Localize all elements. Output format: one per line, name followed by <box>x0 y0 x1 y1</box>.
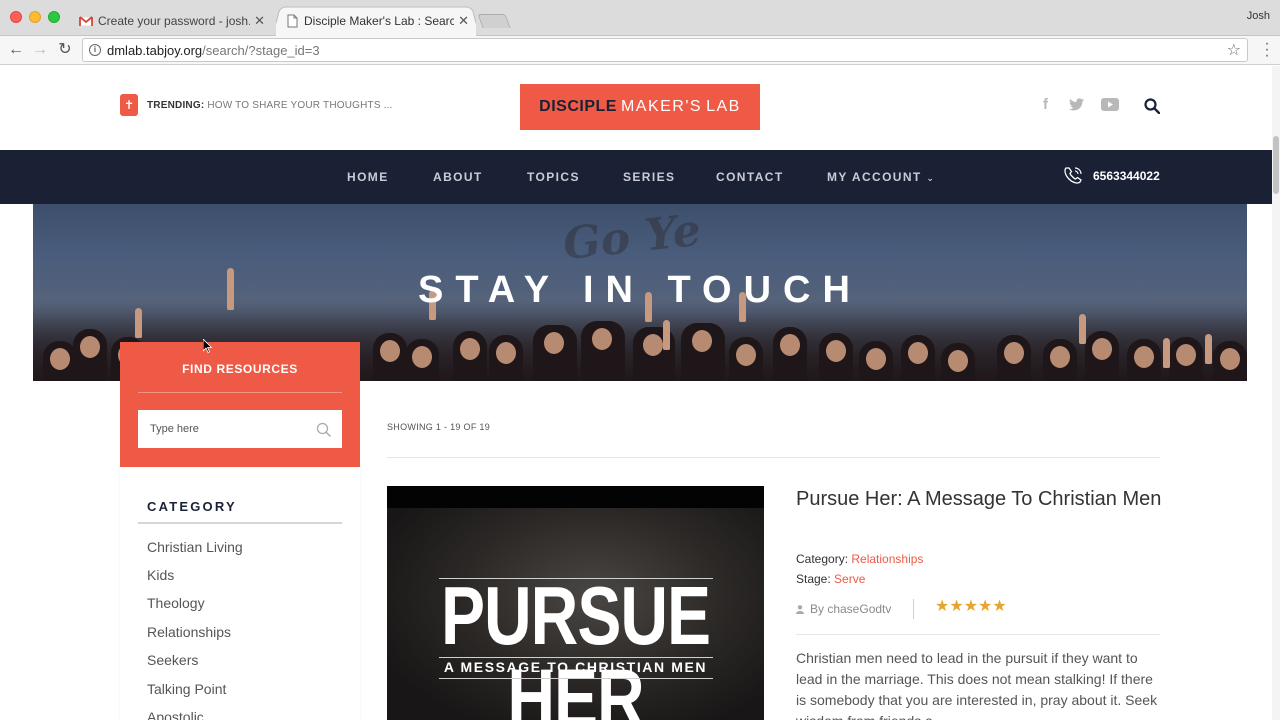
logo-word-2: MAKER'S <box>620 98 703 115</box>
mouse-cursor-icon <box>203 339 213 353</box>
category-link[interactable]: Relationships <box>147 624 231 640</box>
tab-title: Create your password - josh.li <box>98 14 250 28</box>
nav-about[interactable]: ABOUT <box>433 170 483 184</box>
results-count: SHOWING 1 - 19 OF 19 <box>387 422 491 432</box>
post-thumbnail[interactable]: PURSUE HER A MESSAGE TO CHRISTIAN MEN <box>387 486 764 720</box>
maximize-window-button[interactable] <box>48 11 60 23</box>
browser-tab-active[interactable]: Disciple Maker's Lab : Search ✕ <box>276 6 476 36</box>
trending-text: HOW TO SHARE YOUR THOUGHTS ... <box>207 100 393 111</box>
find-resources-panel: FIND RESOURCES <box>120 342 360 467</box>
url-host: dmlab.tabjoy.org <box>107 43 203 58</box>
back-arrow-icon[interactable]: ← <box>6 40 26 60</box>
nav-my-account-label: MY ACCOUNT <box>827 170 922 184</box>
url-text: dmlab.tabjoy.org/search/?stage_id=3 <box>107 43 320 58</box>
category-link[interactable]: Seekers <box>147 652 198 668</box>
browser-menu-icon[interactable]: · · · <box>1264 36 1270 64</box>
url-field[interactable]: i dmlab.tabjoy.org/search/?stage_id=3 ☆ <box>82 38 1248 62</box>
gmail-icon <box>79 16 93 27</box>
trending-ticker[interactable]: TRENDING: HOW TO SHARE YOUR THOUGHTS ... <box>147 100 393 111</box>
category-link[interactable]: Theology <box>147 595 205 611</box>
browser-tab-gmail[interactable]: Create your password - josh.li ✕ <box>70 6 272 36</box>
category-label: Category: <box>796 552 849 566</box>
phone-icon <box>1064 167 1082 184</box>
stage-label: Stage: <box>796 572 831 586</box>
chevron-down-icon: ⌄ <box>926 173 936 183</box>
divider <box>796 634 1160 635</box>
logo-word-1: DISCIPLE <box>539 98 617 115</box>
category-panel: CATEGORY Christian Living Kids Theology … <box>120 467 360 720</box>
browser-profile-name[interactable]: Josh <box>1247 10 1270 22</box>
find-resources-title: FIND RESOURCES <box>182 362 298 376</box>
user-icon <box>796 605 804 614</box>
logo-word-3: LAB <box>706 98 741 115</box>
hero-title: STAY IN TOUCH <box>418 269 862 311</box>
main-navigation: HOME ABOUT TOPICS SERIES CONTACT MY ACCO… <box>0 150 1272 204</box>
page-scrollbar[interactable] <box>1272 66 1280 720</box>
nav-series[interactable]: SERIES <box>623 170 675 184</box>
category-link[interactable]: Talking Point <box>147 681 226 697</box>
divider <box>439 678 713 679</box>
post-author[interactable]: By chaseGodtv <box>796 602 891 616</box>
search-icon[interactable] <box>316 422 332 438</box>
browser-tab-bar: Create your password - josh.li ✕ Discipl… <box>0 0 1280 36</box>
scrollbar-thumb[interactable] <box>1273 136 1279 194</box>
post-stage: Stage: Serve <box>796 572 865 586</box>
trending-label: TRENDING: <box>147 100 205 111</box>
forward-arrow-icon[interactable]: → <box>30 40 50 60</box>
author-name: By chaseGodtv <box>810 602 892 616</box>
divider <box>138 392 342 393</box>
post-category: Category: Relationships <box>796 552 923 566</box>
nav-my-account[interactable]: MY ACCOUNT ⌄ <box>827 170 935 184</box>
twitter-icon[interactable] <box>1069 98 1084 111</box>
document-icon <box>287 14 298 28</box>
hero-watermark: Go Ye <box>560 204 704 271</box>
address-bar: ← → ↻ i dmlab.tabjoy.org/search/?stage_i… <box>0 36 1280 65</box>
post-title[interactable]: Pursue Her: A Message To Christian Men <box>796 485 1166 514</box>
category-link[interactable]: Christian Living <box>147 539 243 555</box>
facebook-icon[interactable]: f <box>1043 96 1048 113</box>
category-title: CATEGORY <box>147 499 237 514</box>
thumbnail-subtitle: A MESSAGE TO CHRISTIAN MEN <box>443 659 708 675</box>
tab-close-icon[interactable]: ✕ <box>458 13 469 29</box>
nav-topics[interactable]: TOPICS <box>527 170 580 184</box>
new-tab-button[interactable] <box>477 14 511 28</box>
search-icon[interactable] <box>1144 98 1160 114</box>
star-rating: ★★★★★ <box>935 598 1007 615</box>
tab-title: Disciple Maker's Lab : Search <box>304 14 454 28</box>
category-link[interactable]: Kids <box>147 567 174 583</box>
url-path: /search/?stage_id=3 <box>202 43 320 58</box>
site-top-strip: ✝ TRENDING: HOW TO SHARE YOUR THOUGHTS .… <box>0 66 1272 150</box>
category-link[interactable]: Apostolic <box>147 709 204 720</box>
post-excerpt: Christian men need to lead in the pursui… <box>796 650 1158 720</box>
thumbnail-title: PURSUE HER <box>440 569 711 720</box>
info-icon[interactable]: i <box>89 44 101 56</box>
reload-icon[interactable]: ↻ <box>55 40 75 60</box>
minimize-window-button[interactable] <box>29 11 41 23</box>
web-page: ✝ TRENDING: HOW TO SHARE YOUR THOUGHTS .… <box>0 66 1272 720</box>
divider <box>913 599 914 619</box>
nav-home[interactable]: HOME <box>347 170 389 184</box>
trending-book-icon: ✝ <box>120 94 138 116</box>
tab-close-icon[interactable]: ✕ <box>254 13 265 29</box>
divider <box>138 522 342 524</box>
divider <box>439 657 713 658</box>
phone-number[interactable]: 6563344022 <box>1093 169 1160 183</box>
youtube-icon[interactable] <box>1101 98 1119 111</box>
category-link[interactable]: Relationships <box>851 552 923 566</box>
stage-link[interactable]: Serve <box>834 572 865 586</box>
divider <box>387 457 1160 458</box>
nav-contact[interactable]: CONTACT <box>716 170 784 184</box>
resource-search-input[interactable] <box>138 410 342 448</box>
bookmark-star-icon[interactable]: ☆ <box>1227 40 1241 60</box>
close-window-button[interactable] <box>10 11 22 23</box>
site-logo[interactable]: DISCIPLE MAKER'S LAB <box>520 84 760 130</box>
